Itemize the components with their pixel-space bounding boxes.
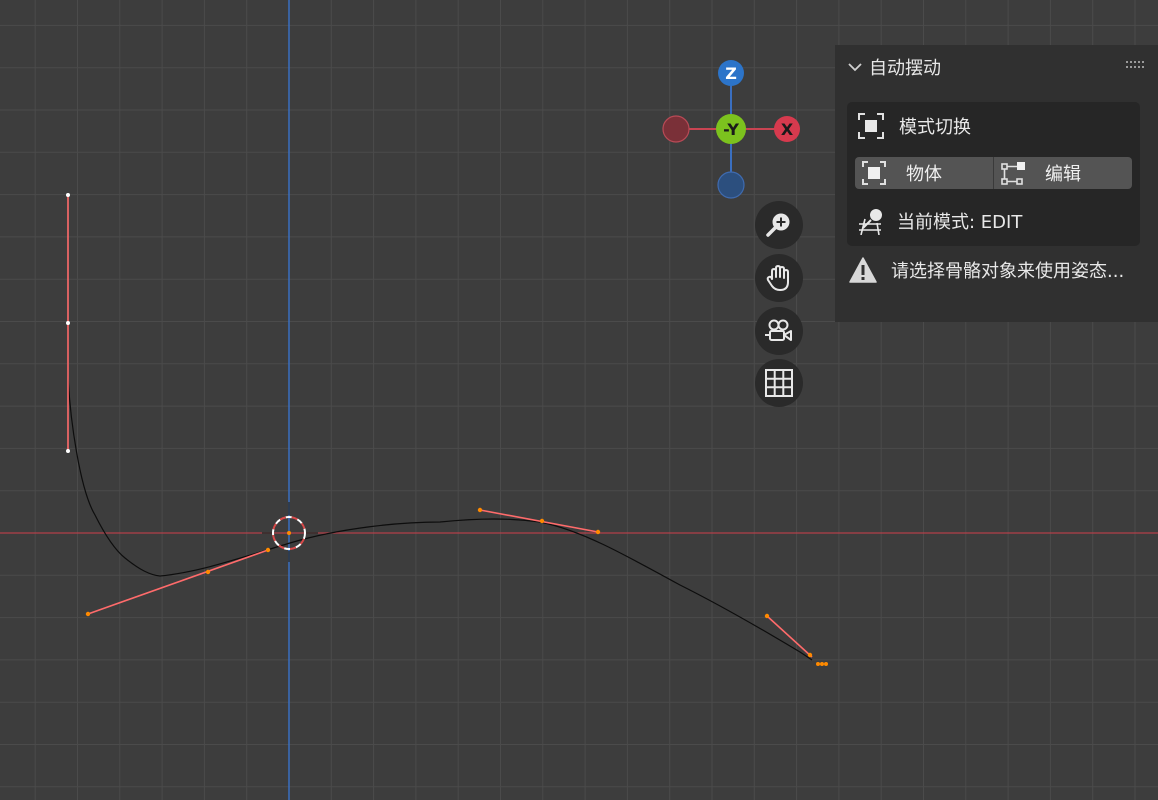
zoom-in-icon xyxy=(766,213,790,237)
bezier-curve[interactable] xyxy=(67,323,813,661)
handle-point[interactable] xyxy=(820,662,824,666)
handle-point[interactable] xyxy=(85,611,91,617)
gizmo-neg-z[interactable] xyxy=(717,171,745,199)
gizmo-x-label: X xyxy=(781,120,794,139)
handle-point[interactable] xyxy=(66,193,70,197)
gizmo-z-label: Z xyxy=(725,64,737,83)
warning-row: 请选择骨骼对象来使用姿态... xyxy=(849,257,1124,283)
3d-cursor[interactable] xyxy=(262,502,318,562)
object-mode-icon xyxy=(858,113,884,139)
pose-icon xyxy=(859,209,882,235)
gizmo-neg-x[interactable] xyxy=(662,115,690,143)
control-point[interactable] xyxy=(66,321,70,325)
mode-toggle-group: 物体 编辑 xyxy=(855,157,1132,189)
mode-switch-box: 模式切换 物体 编辑 当前模式: EDIT xyxy=(847,102,1140,246)
handle-point[interactable] xyxy=(816,662,820,666)
control-point[interactable] xyxy=(205,569,211,575)
handle-point[interactable] xyxy=(764,613,770,619)
current-mode-row: 当前模式: EDIT xyxy=(857,207,1022,235)
warning-icon xyxy=(849,257,877,283)
camera-view-button[interactable] xyxy=(755,307,803,355)
chevron-down-icon[interactable] xyxy=(847,59,863,75)
pan-button[interactable] xyxy=(755,254,803,302)
handle-point[interactable] xyxy=(824,662,828,666)
object-mode-label: 物体 xyxy=(906,164,942,185)
gizmo-y-label: -Y xyxy=(723,120,739,139)
panel-title: 自动摆动 xyxy=(869,58,941,79)
zoom-button[interactable] xyxy=(755,201,803,249)
handle-point[interactable] xyxy=(477,507,483,513)
object-mode-button[interactable]: 物体 xyxy=(855,157,993,189)
mode-section-title: 模式切换 xyxy=(899,117,971,138)
handle-point[interactable] xyxy=(66,449,70,453)
sidebar-panel: 自动摆动 模式切换 物体 编辑 当前模式: EDIT 请选择骨骼对象来使用姿态.… xyxy=(835,45,1158,322)
panel-header[interactable]: 自动摆动 xyxy=(835,45,1158,89)
control-point[interactable] xyxy=(539,518,545,524)
control-point[interactable] xyxy=(807,652,813,658)
drag-handle-icon[interactable] xyxy=(1126,61,1144,71)
warning-text: 请选择骨骼对象来使用姿态... xyxy=(891,261,1125,282)
bezier-handle[interactable] xyxy=(479,509,599,533)
mode-section-header: 模式切换 xyxy=(857,112,971,140)
current-mode-text: 当前模式: EDIT xyxy=(897,212,1023,233)
edit-mode-button[interactable]: 编辑 xyxy=(993,157,1132,189)
hand-icon xyxy=(766,265,789,291)
bezier-handle[interactable] xyxy=(87,549,269,615)
grid-view-button[interactable] xyxy=(755,359,803,407)
grid-icon xyxy=(765,369,793,397)
handle-point[interactable] xyxy=(595,529,601,535)
handle-point[interactable] xyxy=(265,547,271,553)
camera-icon xyxy=(765,319,792,341)
navigation-gizmo[interactable]: Z X -Y xyxy=(662,60,800,199)
edit-mode-label: 编辑 xyxy=(1045,164,1081,185)
